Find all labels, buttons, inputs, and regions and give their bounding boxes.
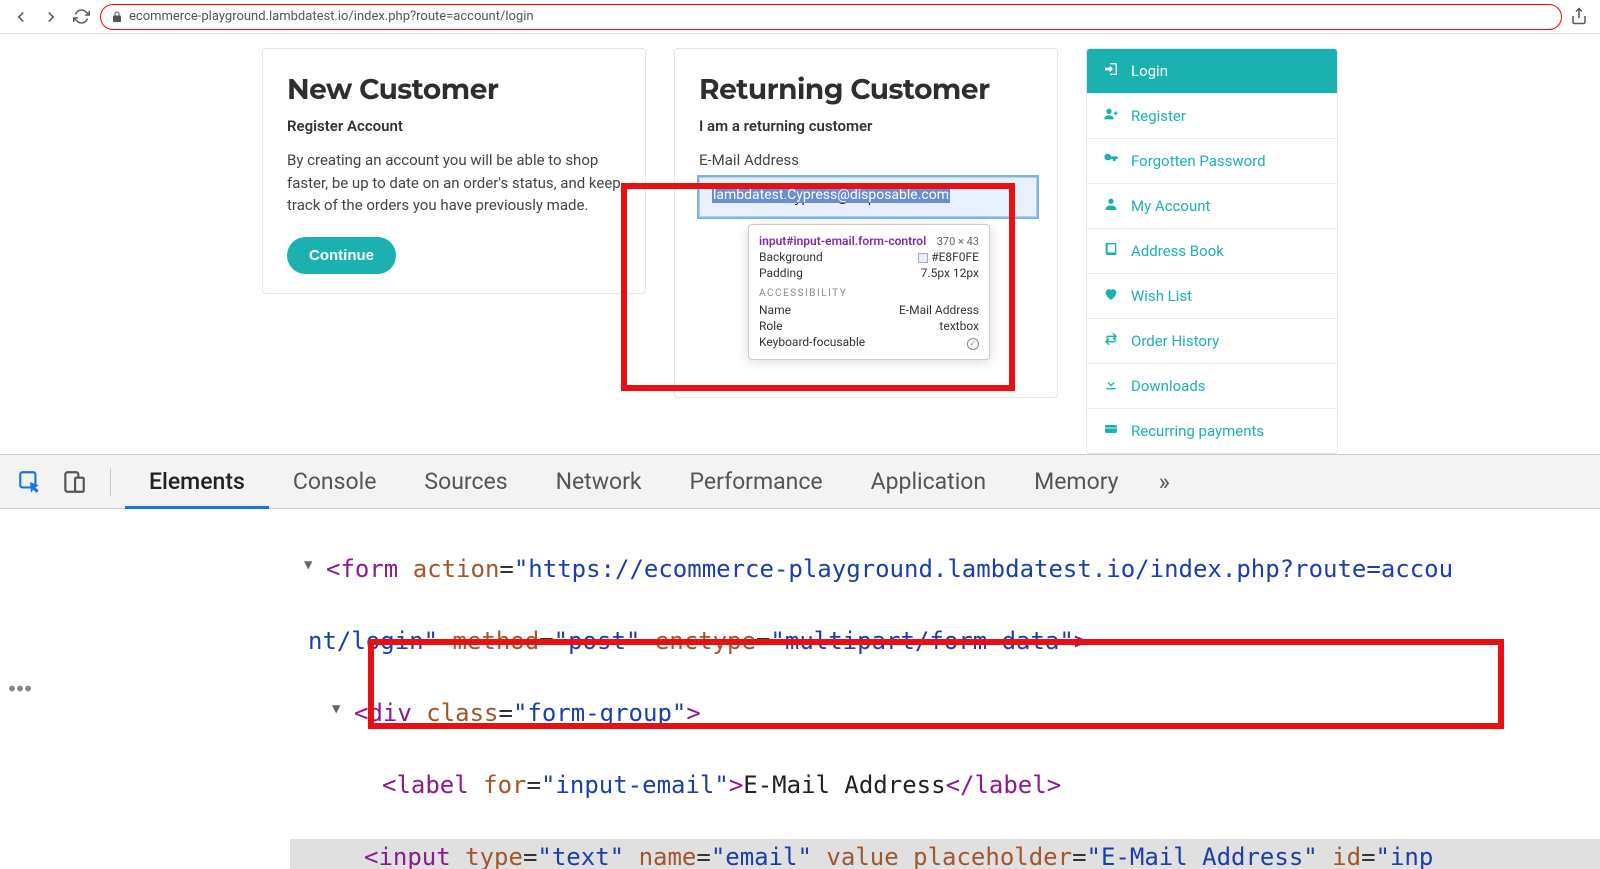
user-icon — [1103, 196, 1119, 216]
email-selection-overlay: lambdatest.Cypress@disposable.com — [712, 187, 950, 203]
continue-button[interactable]: Continue — [287, 237, 396, 274]
sidebar-item-recurring-payments[interactable]: Recurring payments — [1087, 409, 1337, 454]
reload-button[interactable] — [70, 6, 92, 28]
devtools-tab-bar: ElementsConsoleSourcesNetworkPerformance… — [0, 455, 1600, 509]
back-button[interactable] — [10, 6, 32, 28]
sidebar-item-label: Recurring payments — [1131, 422, 1264, 440]
sidebar-item-label: Wish List — [1131, 287, 1192, 305]
devtools-tab-elements[interactable]: Elements — [125, 454, 269, 509]
sidebar-item-label: Address Book — [1131, 242, 1224, 260]
new-customer-title: New Customer — [287, 73, 621, 107]
new-customer-description: By creating an account you will be able … — [287, 149, 621, 217]
devtools-elements-tree[interactable]: ▼<form action="https://ecommerce-playgro… — [38, 509, 1600, 869]
tooltip-selector: input#input-email.form-control — [759, 234, 926, 248]
sidebar-item-label: Forgotten Password — [1131, 152, 1266, 170]
tooltip-a11y-row: NameE-Mail Address — [759, 302, 979, 318]
tooltip-dimensions: 370 × 43 — [937, 235, 979, 248]
retweet-icon — [1103, 331, 1119, 351]
devtools-panel: ElementsConsoleSourcesNetworkPerformance… — [0, 454, 1600, 869]
new-customer-subtitle: Register Account — [287, 117, 621, 135]
heart-icon — [1103, 286, 1119, 306]
new-customer-card: New Customer Register Account By creatin… — [262, 48, 646, 294]
devtools-tab-application[interactable]: Application — [847, 454, 1011, 509]
tooltip-prop-row: Padding7.5px 12px — [759, 265, 979, 281]
sidebar-item-address-book[interactable]: Address Book — [1087, 229, 1337, 274]
forward-button[interactable] — [40, 6, 62, 28]
sidebar-item-wish-list[interactable]: Wish List — [1087, 274, 1337, 319]
sidebar-item-label: My Account — [1131, 197, 1210, 215]
devtools-tab-console[interactable]: Console — [269, 454, 401, 509]
sidebar-item-my-account[interactable]: My Account — [1087, 184, 1337, 229]
user-plus-icon — [1103, 106, 1119, 126]
card-icon — [1103, 421, 1119, 441]
share-icon[interactable] — [1570, 7, 1590, 27]
download-icon — [1103, 376, 1119, 396]
tooltip-a11y-heading: ACCESSIBILITY — [759, 288, 979, 299]
returning-subtitle: I am a returning customer — [699, 117, 1033, 135]
devtools-more-icon[interactable]: » — [1143, 468, 1186, 496]
browser-address-bar: ecommerce-playground.lambdatest.io/index… — [0, 0, 1600, 34]
sidebar-item-label: Login — [1131, 62, 1168, 80]
sidebar-item-forgotten-password[interactable]: Forgotten Password — [1087, 139, 1337, 184]
devtools-gutter: ••• — [0, 509, 38, 869]
account-sidebar: Login Register Forgotten Password My Accoun… — [1086, 48, 1338, 454]
sidebar-item-order-history[interactable]: Order History — [1087, 319, 1337, 364]
sidebar-item-label: Order History — [1131, 332, 1219, 350]
returning-title: Returning Customer — [699, 73, 1033, 107]
device-toggle-icon[interactable] — [52, 460, 96, 504]
devtools-tab-sources[interactable]: Sources — [400, 454, 531, 509]
devtools-tab-performance[interactable]: Performance — [666, 454, 847, 509]
sidebar-item-register[interactable]: Register — [1087, 94, 1337, 139]
sidebar-item-downloads[interactable]: Downloads — [1087, 364, 1337, 409]
url-input[interactable]: ecommerce-playground.lambdatest.io/index… — [100, 4, 1562, 30]
tooltip-a11y-row: Roletextbox — [759, 318, 979, 334]
url-text: ecommerce-playground.lambdatest.io/index… — [129, 9, 534, 24]
devtools-inspect-tooltip: input#input-email.form-control 370 × 43 … — [748, 224, 990, 360]
book-icon — [1103, 241, 1119, 261]
sidebar-item-label: Register — [1131, 107, 1186, 125]
sidebar-item-label: Downloads — [1131, 377, 1206, 395]
tooltip-a11y-row: Keyboard-focusable✓ — [759, 334, 979, 351]
key-icon — [1103, 151, 1119, 171]
lock-icon — [111, 11, 123, 23]
devtools-tab-memory[interactable]: Memory — [1010, 454, 1142, 509]
login-icon — [1103, 61, 1119, 81]
devtools-tab-network[interactable]: Network — [532, 454, 666, 509]
inspect-element-icon[interactable] — [8, 460, 52, 504]
sidebar-item-login[interactable]: Login — [1087, 49, 1337, 94]
tooltip-prop-row: Background#E8F0FE — [759, 249, 979, 265]
email-label: E-Mail Address — [699, 151, 1033, 169]
